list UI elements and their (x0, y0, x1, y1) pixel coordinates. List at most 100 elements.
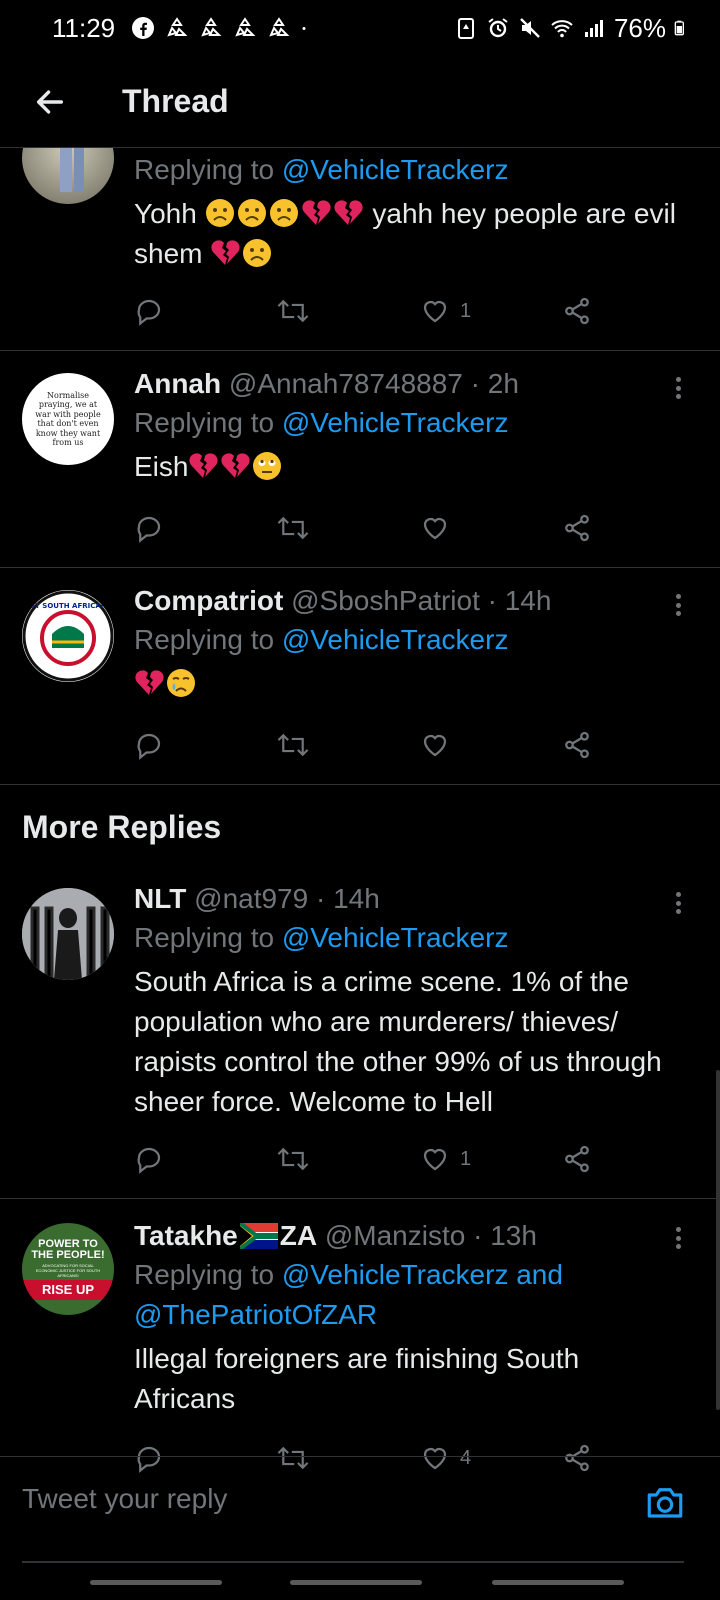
retweet-button[interactable] (276, 511, 310, 545)
like-button[interactable] (420, 728, 450, 762)
reply-icon (137, 516, 161, 543)
like-count: 1 (460, 1147, 472, 1170)
retweet-icon (277, 299, 309, 323)
alarm-icon (488, 18, 508, 38)
replying-to: Replying to @VehicleTrackerz (134, 407, 509, 438)
scrollbar[interactable] (716, 1070, 720, 1410)
tweet-text (134, 664, 720, 704)
more-options-button[interactable] (666, 373, 690, 403)
tweet-item[interactable]: Normalise praying, we at war with people… (0, 351, 720, 568)
recycle-notification-icon (269, 17, 290, 37)
like-button[interactable]: 1 (420, 1142, 471, 1176)
tweet-item[interactable]: POWER TO THE PEOPLE! ADVOCATING FOR SOCI… (0, 1199, 720, 1478)
avatar-photo (22, 888, 114, 980)
retweet-button[interactable] (276, 728, 310, 762)
mention-link[interactable]: @VehicleTrackerz and (282, 1259, 563, 1290)
tweet-author: Annah @Annah78748887 · 2h (134, 365, 720, 403)
reply-icon (137, 733, 161, 760)
reply-icon (137, 1147, 161, 1174)
arrow-left-icon (36, 89, 64, 114)
mention-link[interactable]: @VehicleTrackerz (282, 407, 509, 438)
avatar[interactable]: POWER TO THE PEOPLE! ADVOCATING FOR SOCI… (22, 1223, 114, 1315)
recycle-notification-icon (201, 17, 222, 37)
replying-to: Replying to @VehicleTrackerz (134, 624, 509, 655)
display-name-suffix[interactable]: ZA (280, 1220, 317, 1251)
tweet-text: South Africa is a crime scene. 1% of the… (134, 966, 662, 1117)
share-icon (565, 731, 589, 759)
replying-to: Replying to @VehicleTrackerz (134, 154, 509, 185)
recycle-notification-icon (167, 17, 188, 37)
south-africa-flag-icon (238, 1221, 278, 1251)
avatar[interactable] (22, 148, 114, 204)
avatar[interactable]: PUT SOUTH AFRICANS (22, 590, 114, 682)
handle-time: @nat979 · 14h (194, 883, 380, 914)
display-name[interactable]: Annah (134, 368, 221, 399)
avatar-logo: PUT SOUTH AFRICANS (22, 590, 114, 682)
mute-icon (520, 18, 540, 38)
replying-to: Replying to @VehicleTrackerz and @ThePatr… (134, 1259, 563, 1330)
mention-link[interactable]: @VehicleTrackerz (282, 922, 509, 953)
tweet-item[interactable]: NLT @nat979 · 14h Replying to @VehicleTr… (0, 874, 720, 1199)
display-name[interactable]: NLT (134, 883, 186, 914)
share-button[interactable] (562, 1142, 592, 1176)
mention-link[interactable]: @VehicleTrackerz (282, 154, 509, 185)
reply-input[interactable]: Tweet your reply (22, 1483, 227, 1515)
reply-button[interactable] (134, 728, 164, 762)
like-button[interactable] (420, 511, 450, 545)
more-options-button[interactable] (666, 1223, 690, 1253)
camera-icon (647, 1488, 683, 1518)
tweet-author: NLT @nat979 · 14h (134, 880, 720, 918)
share-button[interactable] (562, 294, 592, 328)
avatar-text: Normalise praying, we at war with people… (35, 390, 101, 448)
tweet-item[interactable]: Replying to @VehicleTrackerz Yohh yahh h… (0, 148, 720, 351)
tweet-actions (134, 714, 720, 784)
reply-composer: Tweet your reply (0, 1456, 720, 1563)
retweet-button[interactable] (276, 294, 310, 328)
mention-link[interactable]: @ThePatriotOfZAR (134, 1299, 377, 1330)
handle-time: @Manzisto · 13h (324, 1220, 537, 1251)
display-name[interactable]: Tatakhe (134, 1220, 238, 1251)
share-icon (565, 297, 589, 325)
tweet-actions (134, 497, 720, 567)
avatar[interactable]: Normalise praying, we at war with people… (22, 373, 114, 465)
mention-link[interactable]: @VehicleTrackerz (282, 624, 509, 655)
reply-button[interactable] (134, 1142, 164, 1176)
more-options-button[interactable] (666, 590, 690, 620)
status-time: 11:29 (52, 12, 116, 43)
handle-time: @SboshPatriot · 14h (291, 585, 552, 616)
dot-icon (302, 27, 306, 30)
nav-home-button[interactable] (290, 1580, 422, 1585)
broken-heart-emoji-icon (211, 240, 240, 265)
tweet-text: Yohh yahh hey people are evil shem (134, 198, 676, 269)
share-button[interactable] (562, 728, 592, 762)
nav-back-button[interactable] (492, 1580, 624, 1585)
avatar-text: POWER TO THE PEOPLE! (31, 1237, 105, 1261)
back-button[interactable] (24, 76, 76, 128)
facebook-icon (132, 17, 155, 39)
broken-heart-emoji-icon (135, 670, 164, 695)
share-button[interactable] (562, 511, 592, 545)
nav-recents-button[interactable] (90, 1580, 222, 1585)
eye-roll-emoji-icon (253, 452, 282, 480)
share-icon (565, 1145, 589, 1173)
camera-button[interactable] (644, 1481, 686, 1523)
avatar[interactable] (22, 888, 114, 980)
tweet-item[interactable]: PUT SOUTH AFRICANS Compatriot @SboshPatr… (0, 568, 720, 785)
crying-face-emoji-icon (167, 669, 195, 697)
display-name[interactable]: Compatriot (134, 585, 283, 616)
reply-button[interactable] (134, 294, 164, 328)
thread-feed[interactable]: Replying to @VehicleTrackerz Yohh yahh h… (0, 148, 720, 1478)
signal-icon (584, 20, 603, 37)
reply-icon (137, 299, 161, 326)
like-button[interactable]: 1 (420, 294, 471, 328)
retweet-button[interactable] (276, 1142, 310, 1176)
more-options-button[interactable] (666, 888, 690, 918)
avatar-text: ADVOCATING FOR SOCIAL ECONOMIC JUSTICE F… (35, 1262, 101, 1278)
reply-button[interactable] (134, 511, 164, 545)
status-bar: 11:29 76% (0, 0, 720, 56)
heart-icon (423, 1148, 447, 1171)
tweet-text: Illegal foreigners are finishing South A… (134, 1343, 580, 1414)
recycle-notification-icon (235, 17, 256, 37)
tweet-text: Eish (134, 447, 720, 487)
sad-face-emoji-icon (269, 199, 298, 227)
